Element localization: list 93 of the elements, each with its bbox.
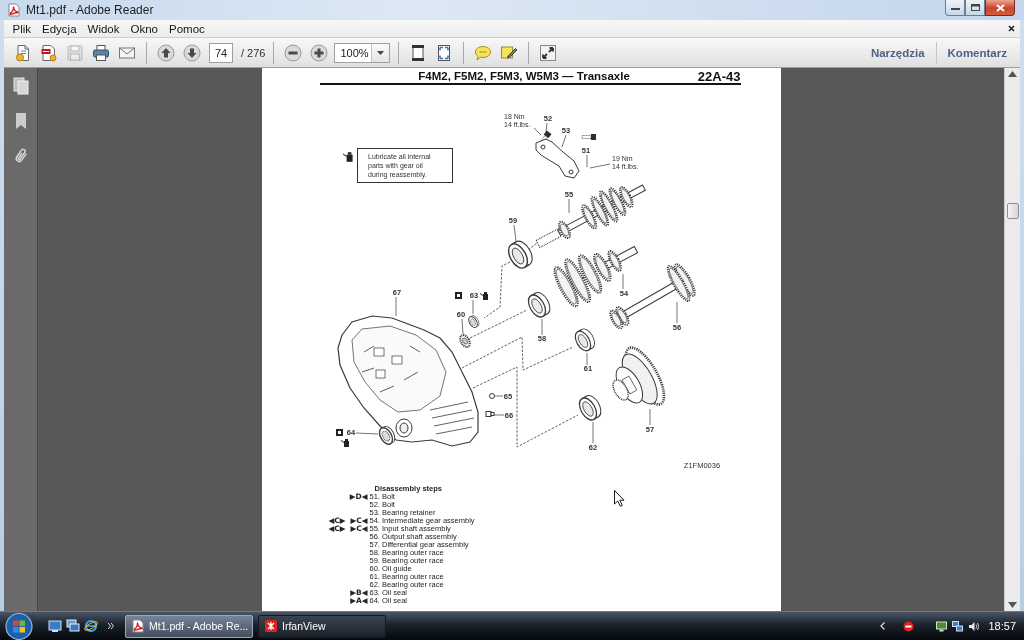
leader-line [568, 198, 569, 214]
no-entry-icon[interactable] [903, 620, 915, 632]
leader-line [395, 296, 396, 317]
page-title: F4M2, F5M2, F5M3, W5M3 — Transaxle [418, 70, 630, 83]
pdf-file-icon [131, 619, 145, 633]
oil-seal [378, 425, 395, 445]
maximize-button[interactable] [965, 0, 985, 16]
previous-page-button[interactable] [155, 41, 177, 64]
leader-line [513, 224, 516, 242]
square-symbol-icon [335, 429, 343, 436]
bolt [581, 134, 596, 140]
leader-line [592, 421, 593, 444]
close-button[interactable] [985, 0, 1015, 16]
oil-can-icon [479, 292, 488, 300]
window-stack-icon[interactable] [66, 619, 80, 633]
leader-line [676, 301, 677, 324]
scrollbar[interactable] [1004, 68, 1020, 611]
bearing-race [527, 292, 550, 318]
zoom-out-button[interactable] [282, 41, 305, 64]
browser-icon[interactable] [84, 619, 98, 633]
leader-line [355, 432, 378, 435]
pages-icon [12, 77, 29, 95]
zoom-combobox[interactable]: 100% [334, 42, 391, 63]
leader-line [541, 318, 542, 336]
menu-item[interactable]: Plik [7, 22, 37, 35]
document-icon [14, 43, 32, 62]
bearing-race [507, 240, 533, 269]
scrollbar-thumb[interactable] [1006, 203, 1019, 219]
zoom-out-icon [284, 43, 303, 62]
oil-can-icon [340, 439, 349, 447]
scroll-up-icon[interactable] [1008, 71, 1017, 77]
note-pen-icon [500, 43, 519, 62]
leader-line [561, 134, 566, 148]
oil-seal [467, 315, 479, 328]
leader-line [494, 395, 503, 397]
leader-line [589, 163, 610, 169]
page-number-field[interactable]: 74 [209, 42, 233, 63]
square-symbol-icon [454, 292, 462, 299]
paperclip-icon [12, 147, 29, 165]
close-icon[interactable] [1008, 25, 1015, 32]
desktop-icon[interactable] [48, 619, 62, 633]
panel-tab[interactable]: Komentarz [936, 46, 1018, 59]
chevron-icon[interactable] [108, 623, 114, 629]
differential-gear [611, 346, 665, 406]
leader-line [545, 122, 547, 133]
monitor-icon[interactable] [936, 620, 948, 632]
panel-tab[interactable]: Narzędzia [859, 46, 936, 59]
zoom-in-button[interactable] [308, 41, 331, 64]
save-icon [66, 43, 84, 62]
page-number: 22A-43 [697, 70, 741, 83]
speaker-icon[interactable] [968, 620, 980, 632]
clock: 18:57 [988, 620, 1016, 632]
bearing-race [578, 395, 601, 421]
page-count: / 276 [241, 46, 266, 59]
oil-can-icon [342, 152, 353, 162]
leader-line [493, 414, 504, 416]
leader-line [586, 154, 587, 168]
caret-icon [377, 50, 385, 55]
bearing-retainer [535, 138, 579, 179]
start-button[interactable] [5, 612, 33, 640]
leader-line [461, 318, 463, 335]
leader-line [472, 299, 473, 315]
menu-item[interactable]: Edycja [36, 22, 83, 35]
pdf-file-icon [7, 3, 21, 17]
speech-bubble-icon [474, 43, 493, 62]
maximize-icon [970, 4, 980, 11]
chevron-icon[interactable] [880, 622, 886, 630]
minimize-button[interactable] [945, 0, 965, 16]
bearing-race [574, 328, 595, 352]
zoom-in-icon [310, 43, 329, 62]
taskbar-button[interactable]: Mt1.pdf - Adobe Re... [125, 614, 253, 638]
menu-item[interactable]: Okno [125, 22, 164, 35]
app-tile-icon [264, 619, 278, 633]
leader-line [533, 127, 541, 136]
next-page-button[interactable] [181, 41, 203, 64]
leader-line [649, 408, 650, 426]
close-icon [995, 3, 1005, 12]
window-title: Mt1.pdf - Adobe Reader [26, 3, 154, 17]
pdf-document-icon [40, 43, 58, 62]
pages-button[interactable] [10, 76, 31, 96]
oil-guide [458, 334, 471, 348]
menu-item[interactable]: Widok [82, 22, 125, 35]
plug [485, 411, 494, 417]
network-icon[interactable] [952, 620, 964, 632]
cursor-icon [613, 490, 625, 507]
scroll-down-icon[interactable] [1008, 602, 1017, 608]
leader-line [622, 273, 623, 290]
leader-line [586, 352, 587, 366]
expand-icon [539, 43, 558, 62]
pin [488, 393, 495, 399]
print-icon [92, 43, 110, 62]
taskbar-button[interactable]: IrfanView [258, 614, 386, 638]
menu-item[interactable]: Pomoc [163, 22, 211, 35]
